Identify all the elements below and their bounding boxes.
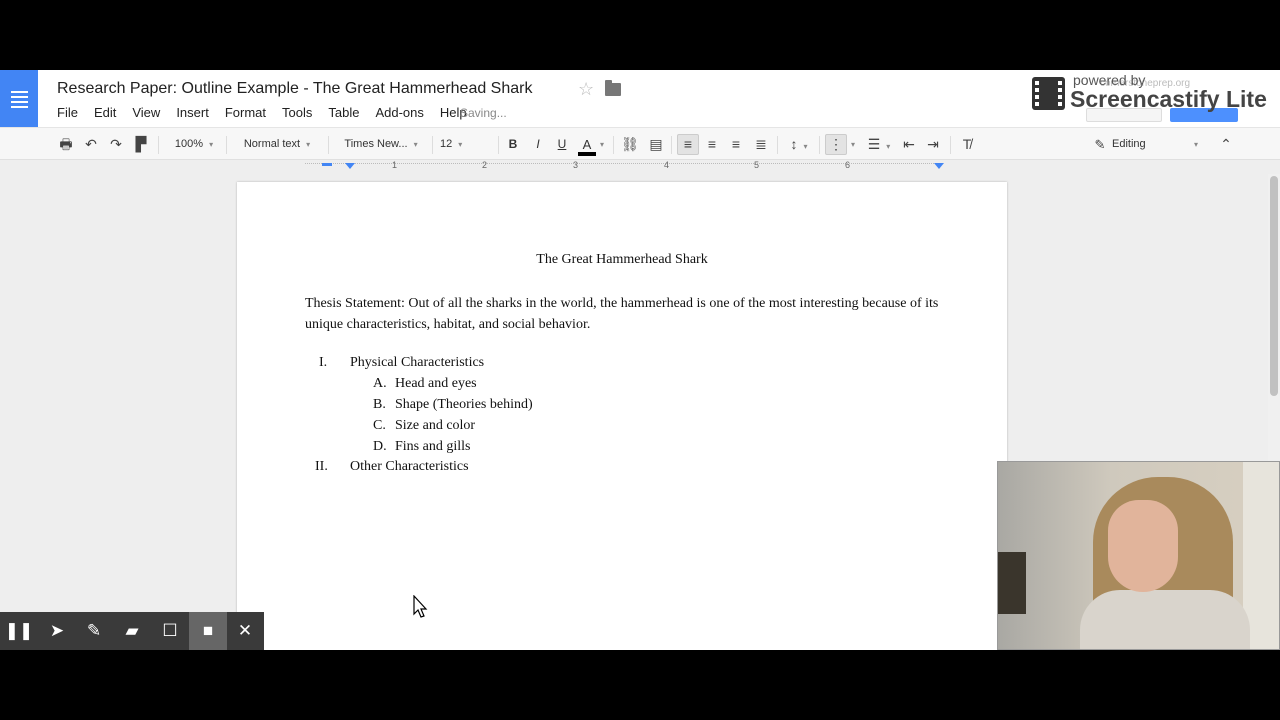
scrollbar-thumb[interactable]: [1270, 176, 1278, 396]
eraser-icon[interactable]: ▰: [113, 612, 151, 650]
menu-insert[interactable]: Insert: [176, 105, 209, 120]
numbered-list-dropdown-icon[interactable]: ▾: [849, 128, 857, 161]
pencil-icon: ✎: [1094, 137, 1106, 152]
ruler-mark: 4: [664, 160, 670, 170]
first-line-indent-marker[interactable]: [322, 163, 332, 166]
align-right-icon[interactable]: ≡: [727, 128, 745, 161]
mouse-cursor-icon: [413, 595, 428, 618]
menu-addons[interactable]: Add-ons: [375, 105, 423, 120]
menu-edit[interactable]: Edit: [94, 105, 116, 120]
comment-icon[interactable]: ▤: [647, 128, 665, 161]
right-indent-marker[interactable]: [934, 163, 944, 169]
document-title[interactable]: Research Paper: Outline Example - The Gr…: [57, 80, 532, 98]
align-center-icon[interactable]: ≡: [703, 128, 721, 161]
print-icon[interactable]: 🖶: [57, 128, 75, 161]
menu-bar: File Edit View Insert Format Tools Table…: [57, 105, 483, 120]
outline-marker: I.: [319, 355, 328, 370]
increase-indent-icon[interactable]: ⇥: [924, 128, 942, 161]
align-left-icon[interactable]: ≡: [677, 134, 699, 155]
docs-logo-icon[interactable]: [0, 70, 38, 127]
menu-table[interactable]: Table: [328, 105, 359, 120]
outline-item: Shape (Theories behind): [395, 397, 533, 412]
thesis-paragraph: Thesis Statement: Out of all the sharks …: [305, 296, 939, 332]
ruler-mark: 1: [392, 160, 398, 170]
left-indent-marker[interactable]: [345, 163, 355, 169]
ruler-mark: 3: [573, 160, 579, 170]
screencastify-film-icon: [1032, 77, 1065, 110]
close-icon[interactable]: ✕: [226, 612, 264, 650]
save-status: Saving...: [460, 106, 507, 120]
outline-item: Fins and gills: [395, 439, 471, 454]
editing-mode-select[interactable]: Editing: [1112, 128, 1154, 161]
ruler-mark: 5: [754, 160, 760, 170]
ruler: 1 2 3 4 5 6: [0, 160, 1280, 174]
redo-icon[interactable]: ↷: [107, 128, 125, 161]
menu-file[interactable]: File: [57, 105, 78, 120]
numbered-list-icon[interactable]: ⋮: [825, 134, 847, 155]
watermark-brand: Screencastify Lite: [1070, 86, 1267, 112]
paint-format-icon[interactable]: ▛: [132, 128, 150, 161]
undo-icon[interactable]: ↶: [82, 128, 100, 161]
underline-button[interactable]: U: [554, 128, 570, 161]
bold-button[interactable]: B: [505, 128, 521, 161]
docs-header: Research Paper: Outline Example - The Gr…: [0, 70, 1280, 127]
font-select[interactable]: Times New...: [334, 128, 428, 161]
italic-button[interactable]: I: [530, 128, 546, 161]
ruler-mark: 2: [482, 160, 488, 170]
camera-icon[interactable]: ■: [189, 612, 227, 650]
webcam-overlay: [997, 461, 1280, 650]
formatting-toolbar: 🖶 ↶ ↷ ▛ 100% Normal text Times New... 12…: [0, 127, 1280, 160]
mode-dropdown-icon[interactable]: ▾: [1190, 128, 1202, 161]
font-size-select[interactable]: 12: [440, 128, 494, 161]
document-page[interactable]: The Great Hammerhead Shark Thesis Statem…: [237, 182, 1007, 650]
screen: Research Paper: Outline Example - The Gr…: [0, 70, 1280, 650]
outline-marker: II.: [315, 459, 328, 474]
outline-marker: B.: [373, 397, 386, 412]
style-select[interactable]: Normal text: [232, 128, 322, 161]
pause-icon[interactable]: ❚❚: [0, 612, 38, 650]
pointer-icon[interactable]: ➤: [38, 612, 76, 650]
text-color-button[interactable]: A: [578, 133, 596, 156]
outline-item: Head and eyes: [395, 376, 477, 391]
menu-view[interactable]: View: [132, 105, 160, 120]
outline-marker: C.: [373, 418, 386, 433]
line-spacing-icon[interactable]: ↕: [784, 128, 814, 161]
outline-marker: A.: [373, 376, 387, 391]
clear-formatting-icon[interactable]: T̸: [958, 128, 976, 161]
outline-item: Other Characteristics: [350, 459, 469, 474]
menu-tools[interactable]: Tools: [282, 105, 312, 120]
star-icon[interactable]: ☆: [578, 79, 594, 100]
ruler-mark: 6: [845, 160, 851, 170]
zoom-select[interactable]: 100%: [166, 128, 222, 161]
pen-icon[interactable]: ✎: [75, 612, 113, 650]
bulleted-list-icon[interactable]: ☰: [862, 128, 896, 161]
outline-item: Size and color: [395, 418, 476, 433]
menu-format[interactable]: Format: [225, 105, 266, 120]
decrease-indent-icon[interactable]: ⇤: [900, 128, 918, 161]
document-heading: The Great Hammerhead Shark: [536, 252, 708, 267]
screencastify-controls: ❚❚ ➤ ✎ ▰ ☐ ■ ✕: [0, 612, 264, 650]
outline-marker: D.: [373, 439, 387, 454]
link-icon[interactable]: ⛓: [620, 128, 640, 161]
text-color-dropdown-icon[interactable]: ▾: [598, 128, 606, 161]
justify-icon[interactable]: ≣: [752, 128, 770, 161]
collapse-chevron-icon[interactable]: ⌃: [1216, 128, 1236, 161]
outline-item: Physical Characteristics: [350, 355, 485, 370]
rectangle-icon[interactable]: ☐: [151, 612, 189, 650]
folder-icon[interactable]: [605, 80, 621, 96]
